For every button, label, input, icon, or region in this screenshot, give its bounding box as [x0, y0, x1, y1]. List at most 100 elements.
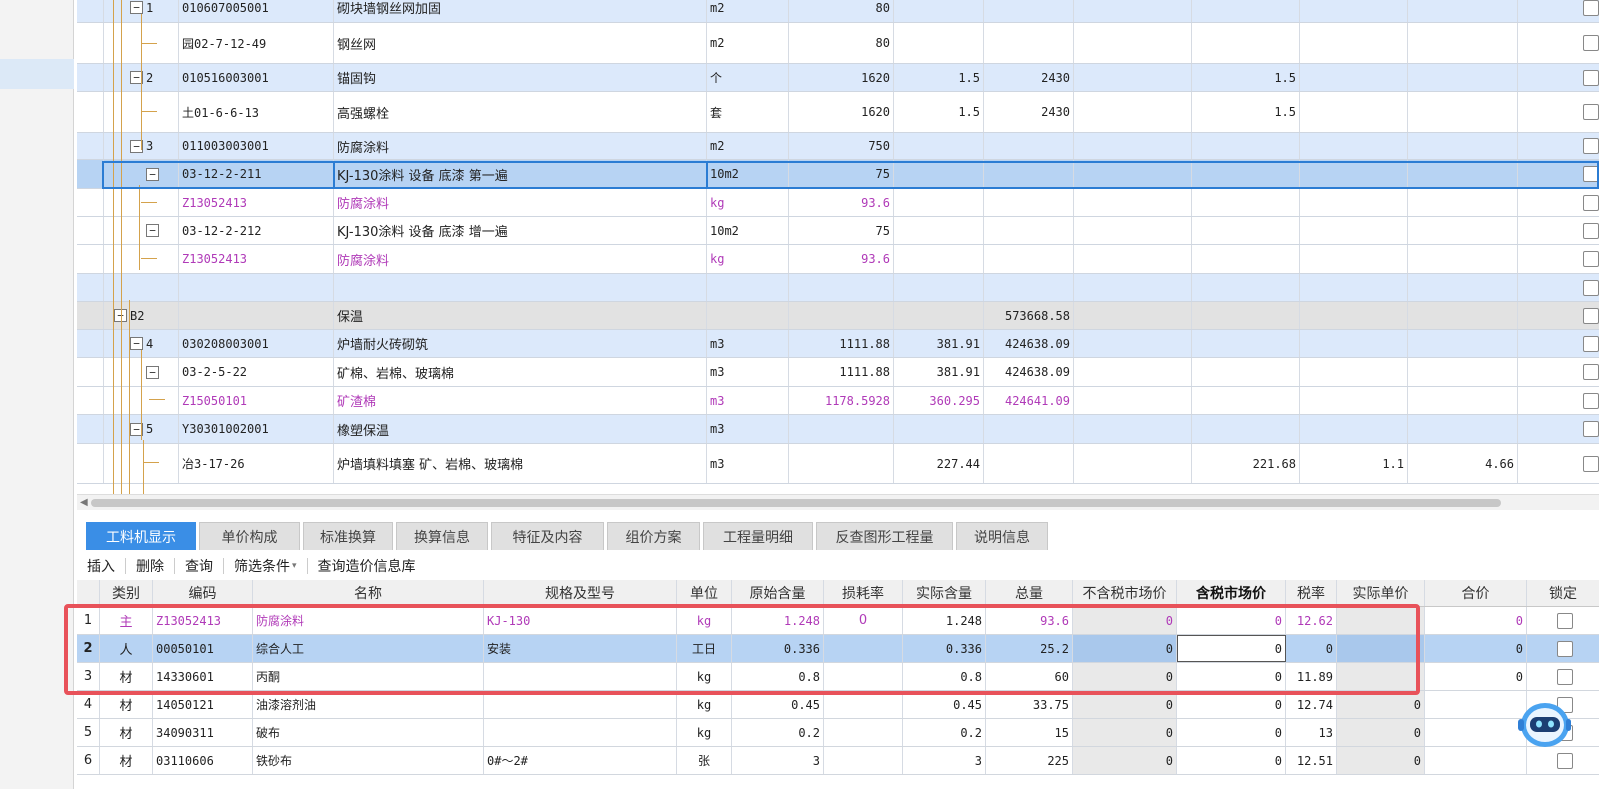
- loss-rate[interactable]: [824, 663, 903, 690]
- item-name[interactable]: [334, 274, 707, 301]
- item-lock[interactable]: [1518, 0, 1599, 22]
- lock-checkbox[interactable]: [1557, 612, 1573, 629]
- tree-cell[interactable]: −: [104, 217, 179, 244]
- table-row[interactable]: − 03-2-5-22 矿棉、岩棉、玻璃棉 m3 1111.88 381.91 424638…: [77, 358, 1599, 387]
- lock-checkbox[interactable]: [1583, 69, 1599, 86]
- left-nav-selected-item[interactable]: [0, 59, 74, 89]
- amount[interactable]: 0: [1425, 635, 1527, 662]
- header-name[interactable]: 名称: [253, 580, 484, 606]
- header-actual-qty[interactable]: 实际含量: [903, 580, 986, 606]
- actual-unit-price[interactable]: [1337, 607, 1425, 634]
- lock-checkbox[interactable]: [1583, 307, 1599, 324]
- item-lock[interactable]: [1518, 92, 1599, 132]
- item-lock[interactable]: [1518, 444, 1599, 483]
- price-library-button[interactable]: 查询造价信息库: [308, 558, 426, 575]
- loss-rate[interactable]: [824, 719, 903, 746]
- item-name[interactable]: 高强螺栓: [334, 92, 707, 132]
- tree-cell[interactable]: [104, 274, 179, 301]
- scrollbar-thumb[interactable]: [91, 499, 1501, 507]
- lock-checkbox[interactable]: [1583, 455, 1599, 472]
- taxed-market-price[interactable]: 0: [1177, 691, 1286, 718]
- material-unit[interactable]: 工日: [677, 635, 732, 662]
- material-unit[interactable]: kg: [677, 691, 732, 718]
- lock-checkbox[interactable]: [1583, 392, 1599, 409]
- header-code[interactable]: 编码: [153, 580, 253, 606]
- material-spec[interactable]: [484, 663, 677, 690]
- tree-cell[interactable]: −B2: [104, 302, 179, 329]
- lock-cell[interactable]: [1527, 635, 1599, 662]
- tab-9[interactable]: 说明信息: [956, 522, 1048, 550]
- item-lock[interactable]: [1518, 189, 1599, 216]
- lock-checkbox[interactable]: [1583, 364, 1599, 380]
- original-qty[interactable]: 0.2: [732, 719, 824, 746]
- material-unit[interactable]: 张: [677, 747, 732, 774]
- lock-checkbox[interactable]: [1583, 35, 1599, 51]
- actual-unit-price[interactable]: [1337, 635, 1425, 662]
- taxed-market-price[interactable]: 0: [1177, 607, 1286, 634]
- item-lock[interactable]: [1518, 217, 1599, 244]
- tax-rate[interactable]: 0: [1286, 635, 1337, 662]
- table-row[interactable]: 6 材 03110606 铁砂布 0#～2# 张 3 3 225 0 0 12.51 0: [77, 747, 1599, 775]
- actual-qty[interactable]: 0.8: [903, 663, 986, 690]
- item-lock[interactable]: [1518, 64, 1599, 91]
- pretax-market-price[interactable]: 0: [1073, 691, 1177, 718]
- item-lock[interactable]: [1518, 274, 1599, 301]
- header-loss-rate[interactable]: 损耗率: [824, 580, 903, 606]
- table-row[interactable]: 1 主 Z13052413 防腐涂料 KJ-130 kg 1.248 0 1.248 93.6 0 0…: [77, 607, 1599, 635]
- item-name[interactable]: 炉墙填料填塞 矿、岩棉、玻璃棉: [334, 444, 707, 483]
- pretax-market-price[interactable]: 0: [1073, 747, 1177, 774]
- table-row[interactable]: 冶3-17-26 炉墙填料填塞 矿、岩棉、玻璃棉 m3 227.44 221.68 1.1…: [77, 444, 1599, 484]
- header-total[interactable]: 总量: [986, 580, 1073, 606]
- actual-unit-price[interactable]: 0: [1337, 747, 1425, 774]
- taxed-market-price[interactable]: 0: [1177, 635, 1286, 662]
- lock-checkbox[interactable]: [1583, 104, 1599, 120]
- table-row[interactable]: Z13052413 防腐涂料 kg 93.6: [77, 189, 1599, 217]
- collapse-toggle-icon[interactable]: −: [146, 365, 159, 379]
- tree-cell[interactable]: [104, 245, 179, 273]
- material-unit[interactable]: kg: [677, 719, 732, 746]
- item-lock[interactable]: [1518, 133, 1599, 159]
- original-qty[interactable]: 0.336: [732, 635, 824, 662]
- collapse-toggle-icon[interactable]: −: [146, 224, 159, 237]
- material-name[interactable]: 丙酮: [253, 663, 484, 690]
- total-qty[interactable]: 33.75: [986, 691, 1073, 718]
- header-tax-rate[interactable]: 税率: [1286, 580, 1337, 606]
- original-qty[interactable]: 1.248: [732, 607, 824, 634]
- original-qty[interactable]: 0.8: [732, 663, 824, 690]
- table-row[interactable]: Z13052413 防腐涂料 kg 93.6: [77, 245, 1599, 274]
- item-lock[interactable]: [1518, 23, 1599, 63]
- table-row[interactable]: 5 材 34090311 破布 kg 0.2 0.2 15 0 0 13 0: [77, 719, 1599, 747]
- item-lock[interactable]: [1518, 330, 1599, 357]
- material-spec[interactable]: 0#～2#: [484, 747, 677, 774]
- pretax-market-price[interactable]: 0: [1073, 663, 1177, 690]
- tab-8[interactable]: 反查图形工程量: [816, 522, 953, 550]
- pretax-market-price[interactable]: 0: [1073, 607, 1177, 634]
- actual-qty[interactable]: 0.336: [903, 635, 986, 662]
- delete-button[interactable]: 删除: [126, 558, 175, 575]
- total-qty[interactable]: 60: [986, 663, 1073, 690]
- material-unit[interactable]: kg: [677, 607, 732, 634]
- material-spec[interactable]: KJ-130: [484, 607, 677, 634]
- lock-checkbox[interactable]: [1557, 752, 1573, 769]
- filter-dropdown[interactable]: 筛选条件 ▾: [224, 558, 308, 575]
- header-unit[interactable]: 单位: [677, 580, 732, 606]
- table-row[interactable]: Z15050101 矿渣棉 m3 1178.5928 360.295 424641.09: [77, 387, 1599, 415]
- lock-checkbox[interactable]: [1583, 194, 1599, 211]
- table-row[interactable]: −5 Y30301002001 橡塑保温 m3: [77, 415, 1599, 444]
- material-name[interactable]: 防腐涂料: [253, 607, 484, 634]
- tax-rate[interactable]: 13: [1286, 719, 1337, 746]
- total-qty[interactable]: 225: [986, 747, 1073, 774]
- header-row-number[interactable]: [77, 580, 100, 606]
- table-row[interactable]: 园02-7-12-49 钢丝网 m2 80: [77, 23, 1599, 64]
- taxed-market-price[interactable]: 0: [1177, 747, 1286, 774]
- item-name[interactable]: 矿渣棉: [334, 387, 707, 414]
- table-row[interactable]: [77, 274, 1599, 302]
- tab-4[interactable]: 换算信息: [396, 522, 488, 550]
- lock-checkbox[interactable]: [1583, 222, 1599, 239]
- query-button[interactable]: 查询: [175, 558, 224, 575]
- table-row[interactable]: −4 030208003001 炉墙耐火砖砌筑 m3 1111.88 381.91 4246…: [77, 330, 1599, 358]
- tab-3[interactable]: 标准换算: [303, 522, 393, 550]
- collapse-toggle-icon[interactable]: −: [130, 1, 143, 14]
- material-spec[interactable]: [484, 691, 677, 718]
- header-type[interactable]: 类别: [100, 580, 153, 606]
